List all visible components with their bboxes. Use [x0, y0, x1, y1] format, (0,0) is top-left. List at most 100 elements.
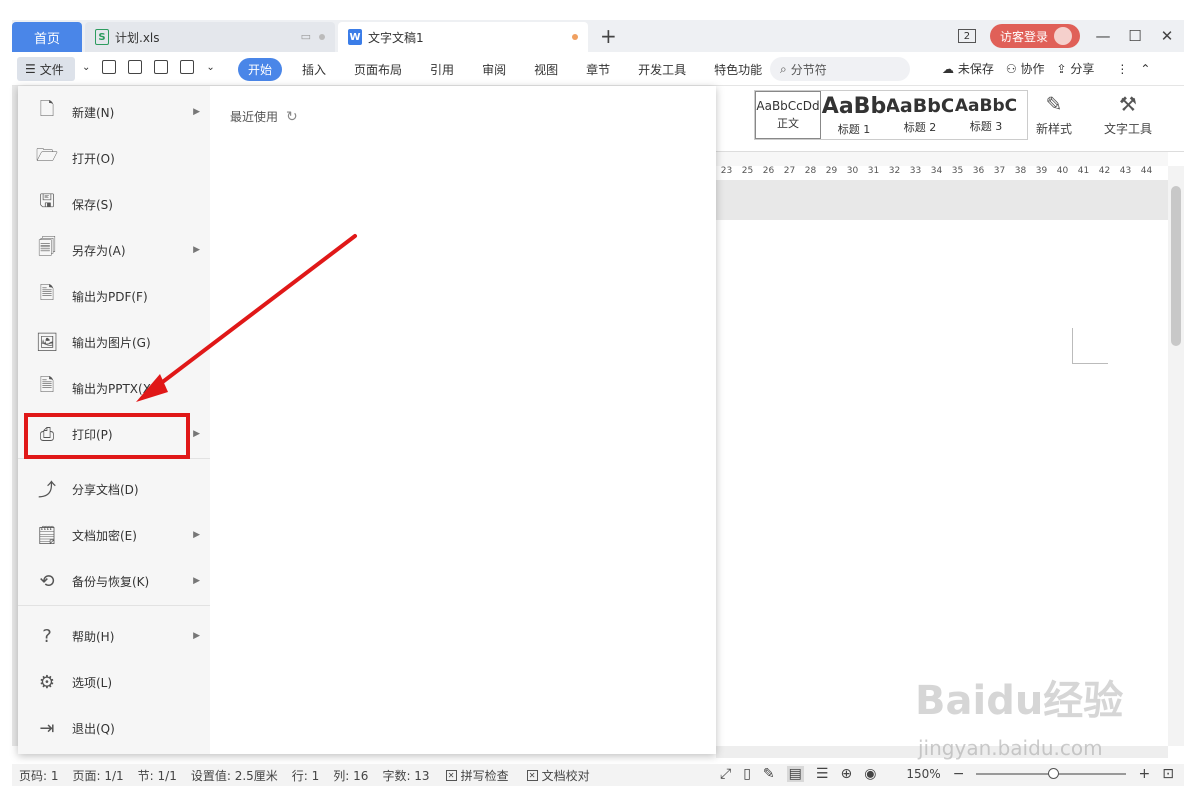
file-menu-item[interactable]: 🗁 打开(O)	[18, 138, 210, 178]
text-tools-button[interactable]: ⚒ 文字工具	[1104, 92, 1152, 137]
tab-features[interactable]: 特色功能	[700, 58, 776, 81]
zoom-knob[interactable]	[1048, 768, 1060, 779]
save-icon[interactable]	[154, 60, 169, 74]
file-menu-item[interactable]: 🗐 另存为(A) ▶	[18, 230, 210, 270]
open-folder-icon[interactable]	[128, 60, 143, 74]
maximize-button[interactable]: ☐	[1126, 27, 1144, 45]
file-menu-item-label: 输出为PDF(F)	[72, 289, 148, 304]
status-col[interactable]: 列: 16	[326, 767, 375, 784]
file-menu-item[interactable]: 🖼 输出为图片(G)	[18, 322, 210, 362]
tab-home[interactable]: 首页	[12, 22, 82, 52]
file-menu-item[interactable]: ? 帮助(H) ▶	[18, 616, 210, 656]
tab-references[interactable]: 引用	[416, 58, 468, 81]
spell-check-toggle[interactable]: ✕ 拼写检查	[437, 767, 518, 784]
page-view-icon[interactable]: ▤	[786, 766, 804, 782]
close-button[interactable]: ✕	[1158, 27, 1176, 45]
outline-icon[interactable]: ☰	[816, 766, 829, 782]
ribbon-tabs: 开始 插入 页面布局 引用 审阅 视图 章节 开发工具 特色功能	[238, 58, 776, 81]
unsaved-button[interactable]: ☁ 未保存	[942, 60, 994, 77]
zoom-in-icon[interactable]: +	[1138, 766, 1150, 782]
zoom-out-icon[interactable]: −	[953, 766, 965, 782]
status-section[interactable]: 节: 1/1	[131, 767, 184, 784]
file-menu-item-label: 分享文档(D)	[72, 482, 139, 497]
chevron-down-icon[interactable]: ⌄	[82, 62, 90, 73]
minimize-button[interactable]: —	[1094, 27, 1112, 45]
window-count-badge[interactable]: 2	[957, 29, 976, 43]
collab-button[interactable]: ⚇ 协作	[1006, 60, 1045, 77]
new-tab-button[interactable]: +	[600, 24, 617, 48]
zoom-slider[interactable]	[976, 768, 1127, 779]
search-input[interactable]: ⌕ 分节符	[770, 57, 910, 81]
file-menu-item[interactable]: ⚙ 选项(L)	[18, 662, 210, 702]
web-view-icon[interactable]: ⊕	[840, 766, 852, 782]
submenu-arrow-icon: ▶	[193, 631, 200, 641]
hamburger-icon: ☰	[25, 62, 36, 76]
style-heading-2[interactable]: AaBbC 标题 2	[887, 91, 953, 139]
refresh-icon[interactable]: ↻	[286, 109, 298, 125]
fullscreen-icon[interactable]: ⤢	[720, 766, 731, 782]
tab-insert[interactable]: 插入	[288, 58, 340, 81]
pen-icon: ✎	[1045, 92, 1063, 116]
file-menu-button[interactable]: ☰ 文件	[17, 57, 75, 81]
file-menu-item[interactable]: 🖫 保存(S)	[18, 184, 210, 224]
tab-home-label: 首页	[33, 31, 60, 47]
new-style-button[interactable]: ✎ 新样式	[1036, 92, 1072, 137]
file-menu-label: 文件	[39, 62, 64, 77]
reading-mode-icon[interactable]: ▯	[743, 766, 751, 782]
tab-xls[interactable]: S 计划.xls ▭	[85, 22, 335, 52]
share-button[interactable]: ⇪ 分享	[1056, 60, 1094, 77]
menu-separator	[18, 605, 210, 606]
file-menu-item[interactable]: 🗎 输出为PPTX(X)	[18, 368, 210, 408]
submenu-arrow-icon: ▶	[193, 245, 200, 255]
style-heading-1[interactable]: AaBb 标题 1	[821, 91, 887, 139]
edit-mode-icon[interactable]: ✎	[763, 766, 775, 782]
file-menu-item[interactable]: 🗋 新建(N) ▶	[18, 92, 210, 132]
more-chevron-icon[interactable]: ⌄	[206, 62, 214, 73]
horizontal-ruler: 23 25 26 27 28 29 30 31 32 33 34 35 36 37 38 39 40 41 42 43…	[716, 166, 1168, 180]
fit-page-icon[interactable]: ⊡	[1162, 766, 1174, 782]
file-menu-item[interactable]: 🗎 输出为PDF(F)	[18, 276, 210, 316]
more-icon[interactable]: ⋮	[1116, 62, 1128, 76]
settings-icon: ⚙	[38, 671, 56, 693]
tab-layout[interactable]: 页面布局	[340, 58, 416, 81]
wrench-icon: ⚒	[1119, 92, 1137, 116]
proofread-toggle[interactable]: ✕ 文档校对	[518, 767, 599, 784]
writer-icon: W	[348, 29, 362, 45]
recent-label: 最近使用	[230, 110, 279, 124]
file-menu-item[interactable]: 🗒 文档加密(E) ▶	[18, 515, 210, 555]
status-pages[interactable]: 页面: 1/1	[66, 767, 131, 784]
print-preview-icon[interactable]	[180, 60, 195, 74]
new-doc-icon[interactable]	[102, 60, 117, 74]
scroll-thumb[interactable]	[1171, 186, 1181, 346]
proof-label: 文档校对	[541, 768, 590, 783]
file-menu-item[interactable]: ⟲ 备份与恢复(K) ▶	[18, 561, 210, 601]
avatar	[1054, 27, 1072, 45]
status-words[interactable]: 字数: 13	[375, 767, 436, 784]
tab-chapter[interactable]: 章节	[572, 58, 624, 81]
tab-view[interactable]: 视图	[520, 58, 572, 81]
tab-start[interactable]: 开始	[238, 58, 283, 81]
ruler-tick: 39	[1035, 166, 1048, 176]
quick-access: ⌄ ⌄	[82, 60, 215, 74]
status-page-code[interactable]: 页码: 1	[12, 767, 66, 784]
tab-doc[interactable]: W 文字文稿1	[338, 22, 588, 52]
style-heading-3[interactable]: AaBbC 标题 3	[953, 91, 1019, 139]
file-menu-item[interactable]: ⤴ 分享文档(D)	[18, 469, 210, 509]
login-button[interactable]: 访客登录	[989, 24, 1080, 48]
status-setting[interactable]: 设置值: 2.5厘米	[184, 767, 285, 784]
file-menu-item[interactable]: ⇥ 退出(Q)	[18, 708, 210, 748]
tab-devtools[interactable]: 开发工具	[624, 58, 700, 81]
style-normal[interactable]: AaBbCcDd 正文	[755, 91, 821, 139]
document-page[interactable]	[716, 220, 1168, 745]
spell-label: 拼写检查	[460, 768, 509, 783]
vertical-scrollbar[interactable]	[1168, 166, 1184, 746]
status-right: ⤢ ▯ ✎ ▤ ☰ ⊕ ◉ 150% − + ⊡	[720, 766, 1174, 782]
zoom-level[interactable]: 150%	[906, 767, 940, 781]
checkbox-icon: ✕	[526, 769, 538, 781]
ruler-tick: 32	[888, 166, 901, 176]
ruler-tick: 36	[972, 166, 985, 176]
eye-protect-icon[interactable]: ◉	[864, 766, 876, 782]
tab-review[interactable]: 审阅	[468, 58, 520, 81]
collapse-icon[interactable]: ⌃	[1140, 62, 1150, 76]
status-row[interactable]: 行: 1	[285, 767, 327, 784]
